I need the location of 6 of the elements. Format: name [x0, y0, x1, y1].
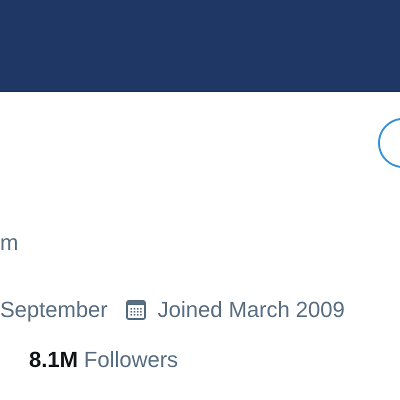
birthday-text: September — [0, 299, 108, 321]
joined-date-text: Joined March 2009 — [158, 299, 345, 321]
bio-text: m — [0, 232, 18, 254]
followers-label: Followers — [84, 349, 178, 371]
followers-count: 8.1M — [29, 349, 78, 371]
calendar-icon — [126, 300, 146, 320]
